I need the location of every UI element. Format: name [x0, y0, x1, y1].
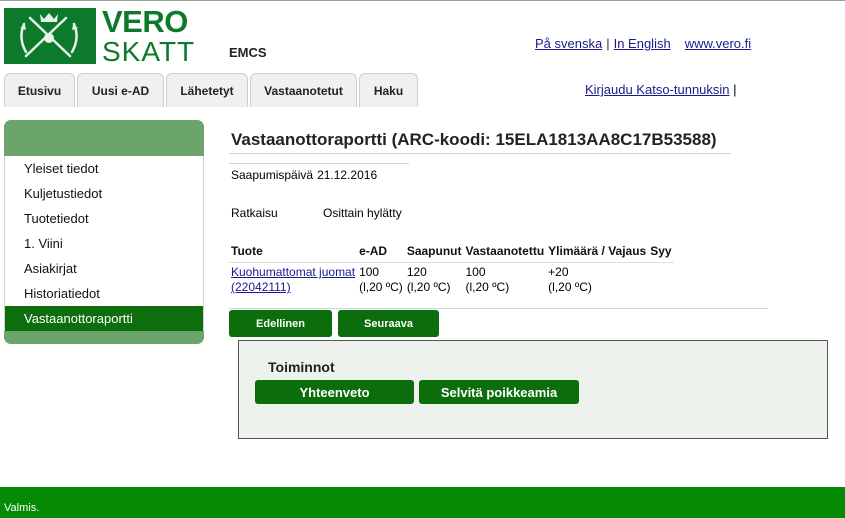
sidebar-item-viini[interactable]: 1. Viini — [5, 231, 203, 256]
table-row: Kuohumattomat juomat (22042111) 100 (l,20 … — [229, 263, 674, 298]
cell-value: 100 — [359, 265, 380, 279]
link-separator: | — [729, 82, 737, 97]
tab-haku[interactable]: Haku — [359, 73, 418, 107]
tab-vastaanotetut[interactable]: Vastaanotetut — [250, 73, 357, 107]
page-title: Vastaanottoraportti (ARC-koodi: 15ELA181… — [231, 130, 717, 149]
section-divider — [229, 163, 409, 164]
actions-title: Toiminnot — [268, 359, 335, 375]
sidebar: Yleiset tiedot Kuljetustiedot Tuotetiedo… — [4, 120, 204, 346]
top-border-line — [0, 0, 845, 1]
sidebar-item-yleiset-tiedot[interactable]: Yleiset tiedot — [5, 156, 203, 181]
product-code[interactable]: (22042111) — [231, 280, 291, 294]
link-separator: | — [606, 36, 610, 51]
tab-lahetetyt[interactable]: Lähetetyt — [166, 73, 248, 107]
cell-value: +20 — [548, 265, 569, 279]
link-vero-fi[interactable]: www.vero.fi — [685, 36, 751, 51]
vero-skatt-logo[interactable]: VERO SKATT — [4, 4, 194, 67]
column-header: Tuote — [229, 242, 358, 263]
login-link-area: Kirjaudu Katso-tunnuksin | — [585, 82, 737, 97]
title-divider — [229, 153, 731, 154]
previous-button[interactable]: Edellinen — [229, 310, 332, 337]
table-cell: +20 (l,20 ºC) — [546, 263, 648, 298]
next-button[interactable]: Seuraava — [338, 310, 439, 337]
cell-value: 100 — [465, 265, 486, 279]
goods-table: Tuote e-AD Saapunut Vastaanotettu Ylimää… — [229, 242, 674, 297]
column-header: Vastaanotettu — [463, 242, 547, 263]
table-cell: 100 (l,20 ºC) — [357, 263, 405, 298]
sidebar-item-historiatiedot[interactable]: Historiatiedot — [5, 281, 203, 306]
table-cell: 120 (l,20 ºC) — [405, 263, 464, 298]
sidebar-item-vastaanottoraportti[interactable]: Vastaanottoraportti — [5, 306, 203, 331]
table-divider — [229, 308, 768, 309]
product-link[interactable]: Kuohumattomat juomat (22042111) — [231, 265, 355, 294]
sidebar-footer — [4, 331, 204, 344]
logo-text-vero: VERO — [102, 4, 188, 39]
arrival-date-value: 21.12.2016 — [317, 168, 378, 182]
login-katso-link[interactable]: Kirjaudu Katso-tunnuksin — [585, 82, 730, 97]
resolution-value: Osittain hylätty — [323, 206, 402, 220]
link-english[interactable]: In English — [614, 36, 671, 51]
app-name: EMCS — [229, 45, 267, 60]
summary-button[interactable]: Yhteenveto — [255, 380, 414, 404]
status-bar: Valmis. — [0, 487, 845, 518]
sidebar-item-kuljetustiedot[interactable]: Kuljetustiedot — [5, 181, 203, 206]
sidebar-header — [4, 120, 204, 156]
sidebar-item-tuotetiedot[interactable]: Tuotetiedot — [5, 206, 203, 231]
column-header: e-AD — [357, 242, 405, 263]
sidebar-menu: Yleiset tiedot Kuljetustiedot Tuotetiedo… — [4, 156, 204, 331]
logo-text-skatt: SKATT — [102, 36, 196, 67]
resolution-label: Ratkaisu — [231, 206, 278, 220]
cell-unit: (l,20 ºC) — [548, 280, 592, 294]
cell-value: 120 — [406, 265, 427, 279]
column-header: Syy — [648, 242, 674, 263]
tab-uusi-e-ad[interactable]: Uusi e-AD — [77, 73, 164, 107]
tab-etusivu[interactable]: Etusivu — [4, 73, 75, 107]
language-links: På svenska | In English www.vero.fi — [535, 36, 751, 51]
table-header-row: Tuote e-AD Saapunut Vastaanotettu Ylimää… — [229, 242, 674, 263]
column-header: Saapunut — [404, 242, 464, 263]
arrival-date-label: Saapumispäivä — [231, 168, 314, 182]
column-header: Ylimäärä / Vajaus — [546, 242, 649, 263]
resolve-deviations-button[interactable]: Selvitä poikkeamia — [419, 380, 579, 404]
link-swedish[interactable]: På svenska — [535, 36, 602, 51]
sidebar-item-asiakirjat[interactable]: Asiakirjat — [5, 256, 203, 281]
cell-unit: (l,20 ºC) — [465, 280, 510, 294]
crest-emblem-icon — [4, 8, 96, 64]
table-cell: 100 (l,20 ºC) — [463, 263, 546, 298]
cell-unit: (l,20 ºC) — [406, 280, 451, 294]
arrival-date-row: Saapumispäivä 21.12.2016 — [231, 168, 377, 182]
table-cell — [648, 263, 673, 298]
status-text: Valmis. — [4, 502, 40, 514]
table-cell-product: Kuohumattomat juomat (22042111) — [229, 263, 357, 298]
cell-unit: (l,20 ºC) — [359, 280, 403, 294]
product-name[interactable]: Kuohumattomat juomat — [231, 265, 355, 279]
